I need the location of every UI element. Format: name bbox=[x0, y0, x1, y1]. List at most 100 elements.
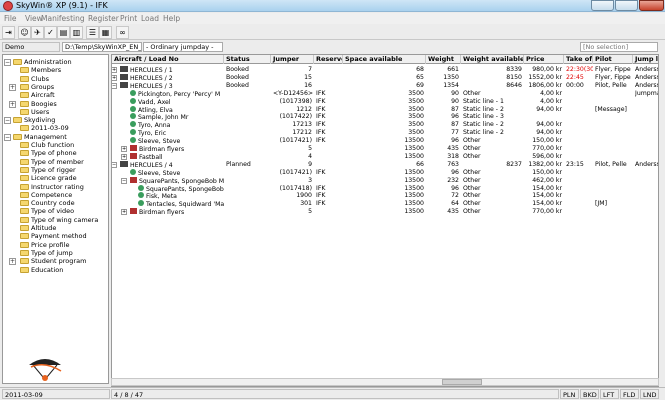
col-header-weight-available[interactable]: Weight available bbox=[461, 55, 524, 64]
cell-jumper: 3 bbox=[308, 176, 312, 184]
table-row[interactable]: HERCULES / 3− Booked 16 69 1354 8646 1806,00 k… bbox=[112, 81, 658, 90]
exit-button[interactable]: ⇥ bbox=[2, 26, 15, 39]
jumper-icon bbox=[130, 137, 136, 144]
jumper-icon bbox=[138, 184, 144, 191]
cell-leader: Andersson, Stefan bbox=[635, 160, 658, 168]
status-flag-lnd: LND bbox=[640, 389, 659, 399]
table-row[interactable]: Sample, John Mr (1017422) IFK 3500 96 Static … bbox=[112, 113, 658, 121]
tree-item-label: 2011-03-09 bbox=[31, 124, 69, 133]
cell-space: 3500 bbox=[408, 121, 424, 129]
tree-toggle-groups[interactable]: + bbox=[9, 83, 16, 91]
row-toggle[interactable]: + bbox=[121, 153, 127, 160]
cell-status bbox=[226, 98, 271, 106]
tree-toggle-administration[interactable]: − bbox=[4, 59, 11, 66]
cell-pilot bbox=[595, 153, 633, 161]
cell-reserved: IFK bbox=[316, 121, 326, 129]
folder-icon bbox=[20, 175, 29, 182]
cell-weight-available: Other bbox=[463, 145, 481, 152]
col-header-weight[interactable]: Weight bbox=[426, 55, 461, 64]
cell-pilot: Pilot, Pelle bbox=[595, 81, 627, 89]
table-row[interactable]: Atling, Elva 1212 IFK 3500 87 Static line - 2… bbox=[112, 105, 658, 114]
table-row[interactable]: Tyro, Eric 17212 IFK 3500 77 Static line - 2 9… bbox=[112, 129, 658, 137]
table-row[interactable]: HERCULES / 2 + Booked 15 65 1350 8150 1552,00 k… bbox=[112, 73, 658, 82]
table-row[interactable]: Tyro, Anna 17213 IFK 3500 87 Static line - 2 9… bbox=[112, 121, 658, 129]
row-toggle[interactable]: + bbox=[112, 67, 117, 73]
menu-item-print[interactable]: Print bbox=[120, 14, 137, 23]
maximize-button[interactable] bbox=[615, 0, 638, 11]
table-row[interactable]: Fisk, Meta 1900 IFK 13500 72 Other 154,00 kr bbox=[112, 192, 658, 200]
table-row[interactable]: Tentacles, Squidward 'Manne' 301 IFK 13500 6… bbox=[112, 200, 658, 208]
horizontal-scrollbar[interactable] bbox=[111, 378, 659, 386]
menu-item-load[interactable]: Load bbox=[141, 14, 159, 23]
table-row[interactable]: Vadd, Axel (1017398) IFK 3500 90 Static line … bbox=[112, 97, 658, 106]
cell-name: Vadd, Axel bbox=[130, 97, 224, 106]
cell-status: Planned bbox=[226, 160, 251, 168]
table-row[interactable]: SquarePants, SpongeBob Mr − 3 13500 232 Other… bbox=[112, 176, 658, 185]
row-toggle[interactable]: − bbox=[112, 82, 117, 89]
cell-space: 13500 bbox=[404, 137, 424, 145]
grid-button[interactable]: ▦ bbox=[99, 26, 112, 39]
binoculars-button[interactable]: ∞ bbox=[116, 26, 129, 39]
cell-status bbox=[226, 177, 271, 185]
tree-toggle-boogies[interactable]: + bbox=[9, 100, 16, 108]
cell-takeoff: 23:15 bbox=[566, 160, 584, 168]
report2-button[interactable]: ▥ bbox=[70, 26, 83, 39]
cell-weight: 318 bbox=[447, 152, 459, 160]
path-bar: Demo D:\Temp\SkyWinXP_EN_DEMO.mdb - Ordi… bbox=[0, 41, 665, 53]
report-button[interactable]: ▤ bbox=[57, 26, 70, 39]
table-row[interactable]: Fastball +4 13500 318 Other 596,00 kr bbox=[112, 152, 658, 161]
col-header-pilot[interactable]: Pilot bbox=[593, 55, 633, 64]
row-toggle[interactable]: + bbox=[121, 146, 127, 152]
status-flag-pln: PLN bbox=[560, 389, 579, 399]
col-header-space-available[interactable]: Space available bbox=[343, 55, 426, 64]
menu-item-help[interactable]: Help bbox=[163, 14, 180, 23]
col-header-status[interactable]: Status bbox=[224, 55, 271, 64]
selection-dropdown[interactable]: [No selection] bbox=[580, 42, 658, 52]
plane-button[interactable]: ✈ bbox=[31, 26, 44, 39]
menu-item-manifesting[interactable]: Manifesting bbox=[41, 14, 85, 23]
col-header-take-off[interactable]: Take off bbox=[564, 55, 593, 64]
table-row[interactable]: Birdman flyers +5 13500 435 Other 770,00 kr bbox=[112, 145, 658, 153]
tree-toggle-skydiving[interactable]: − bbox=[4, 117, 11, 125]
row-toggle[interactable]: + bbox=[121, 209, 127, 216]
row-toggle[interactable]: − bbox=[112, 161, 117, 168]
table-row[interactable]: SquarePants, SpongeBob Mr (1017418) IFK 135… bbox=[112, 184, 658, 193]
cell-jumper: (1017422) bbox=[279, 113, 312, 121]
col-header-jump-leader-manifestor[interactable]: Jump leader/Manifestor bbox=[633, 55, 658, 64]
folder-icon bbox=[20, 233, 29, 240]
table-row[interactable]: Sleeve, Steve (1017421) IFK 13500 96 Other 150… bbox=[112, 168, 658, 177]
jumpday-select[interactable]: - Ordinary jumpday - bbox=[143, 42, 223, 52]
col-header-aircraft-load-no[interactable]: Aircraft / Load No bbox=[112, 55, 224, 64]
cell-status bbox=[226, 121, 271, 129]
cell-pilot bbox=[595, 208, 633, 216]
row-toggle[interactable]: − bbox=[121, 177, 127, 184]
cell-weight: 435 bbox=[447, 208, 459, 216]
close-button[interactable] bbox=[639, 0, 664, 11]
folder-icon bbox=[13, 133, 22, 140]
table-row[interactable]: Birdman flyers +5 13500 435 Other 770,00 kr bbox=[112, 208, 658, 216]
col-header-jumper[interactable]: Jumper bbox=[271, 55, 314, 64]
table-row[interactable]: HERCULES / 1 + Booked 7 68 661 8339 980,00 kr 22… bbox=[112, 66, 658, 74]
table-row[interactable]: Pickington, Percy 'Percy' M <Y-D12456> IFK… bbox=[112, 89, 658, 98]
cell-space: 13500 bbox=[404, 192, 424, 200]
jumper-button[interactable]: ☺ bbox=[18, 26, 31, 39]
menu-item-file[interactable]: File bbox=[4, 14, 17, 23]
cell-leader bbox=[635, 185, 658, 193]
tree-item-education[interactable]: Education bbox=[20, 266, 63, 275]
jumper-icon bbox=[130, 105, 136, 112]
tree-item-label: Type of rigger bbox=[31, 165, 76, 174]
list-button[interactable]: ☰ bbox=[86, 26, 99, 39]
scrollbar-thumb[interactable] bbox=[442, 379, 482, 385]
tree-toggle-student-program[interactable]: + bbox=[9, 258, 16, 266]
minimize-button[interactable] bbox=[591, 0, 614, 11]
tree-toggle-management[interactable]: − bbox=[4, 133, 11, 141]
row-toggle[interactable]: + bbox=[112, 74, 117, 81]
cell-jumper: 17213 bbox=[292, 121, 312, 129]
col-header-price[interactable]: Price bbox=[524, 55, 564, 64]
grid-icon: ▦ bbox=[101, 28, 110, 37]
col-header-reserved[interactable]: Reserved bbox=[314, 55, 343, 64]
menu-item-register[interactable]: Register bbox=[88, 14, 119, 23]
table-row[interactable]: HERCULES / 4− Planned 9 66 763 8237 1382,00 kr… bbox=[112, 160, 658, 169]
check-button[interactable]: ✓ bbox=[44, 26, 57, 39]
table-row[interactable]: Sleeve, Steve (1017421) IFK 13500 96 Other 150… bbox=[112, 137, 658, 145]
